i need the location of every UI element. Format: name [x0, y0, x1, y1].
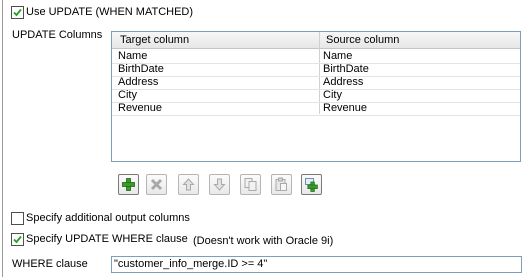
row-divider — [112, 115, 520, 116]
target-cell[interactable]: Address — [118, 76, 158, 89]
update-columns-label: UPDATE Columns — [12, 29, 103, 41]
source-cell[interactable]: Address — [323, 76, 363, 89]
target-cell[interactable]: Revenue — [118, 102, 162, 115]
table-row[interactable]: Revenue Revenue — [112, 102, 520, 115]
specify-where-checkbox[interactable] — [11, 233, 24, 246]
table-row[interactable]: Name Name — [112, 50, 520, 63]
target-cell[interactable]: Name — [118, 50, 147, 63]
remove-button[interactable] — [146, 174, 167, 195]
remove-icon — [150, 178, 163, 191]
move-down-button[interactable] — [209, 174, 230, 195]
source-cell[interactable]: City — [323, 89, 342, 102]
paste-button[interactable] — [271, 174, 292, 195]
update-columns-table[interactable]: Target column Source column Name Name Bi… — [111, 31, 521, 162]
arrow-up-icon — [182, 178, 195, 191]
specify-output-label: Specify additional output columns — [26, 212, 190, 224]
copy-button[interactable] — [240, 174, 261, 195]
table-row[interactable]: City City — [112, 89, 520, 102]
add-row-icon — [305, 178, 318, 192]
use-update-label: Use UPDATE (WHEN MATCHED) — [26, 6, 194, 18]
plus-icon — [122, 178, 135, 191]
target-cell[interactable]: BirthDate — [118, 63, 164, 76]
panel-left-border — [2, 0, 3, 277]
header-target-column[interactable]: Target column — [120, 34, 189, 47]
target-cell[interactable]: City — [118, 89, 137, 102]
check-icon — [13, 8, 22, 17]
table-header: Target column Source column — [112, 32, 520, 49]
header-divider[interactable] — [319, 32, 320, 49]
source-cell[interactable]: BirthDate — [323, 63, 369, 76]
paste-icon — [275, 177, 287, 191]
use-update-checkbox[interactable] — [11, 6, 24, 19]
source-cell[interactable]: Name — [323, 50, 352, 63]
arrow-down-icon — [213, 178, 226, 191]
add-row-button[interactable] — [301, 174, 322, 195]
move-up-button[interactable] — [178, 174, 199, 195]
where-clause-label: WHERE clause — [12, 258, 88, 270]
where-clause-field[interactable]: "customer_info_merge.ID >= 4" — [111, 256, 522, 273]
source-cell[interactable]: Revenue — [323, 102, 367, 115]
check-icon — [13, 235, 22, 244]
oracle-note: (Doesn't work with Oracle 9i) — [193, 235, 334, 247]
table-row[interactable]: Address Address — [112, 76, 520, 89]
add-button[interactable] — [118, 174, 139, 195]
specify-output-checkbox[interactable] — [11, 212, 24, 225]
table-row[interactable]: BirthDate BirthDate — [112, 63, 520, 76]
copy-icon — [244, 178, 257, 191]
where-clause-value[interactable]: "customer_info_merge.ID >= 4" — [114, 258, 267, 271]
header-source-column[interactable]: Source column — [326, 34, 399, 47]
specify-where-label: Specify UPDATE WHERE clause — [26, 233, 188, 245]
